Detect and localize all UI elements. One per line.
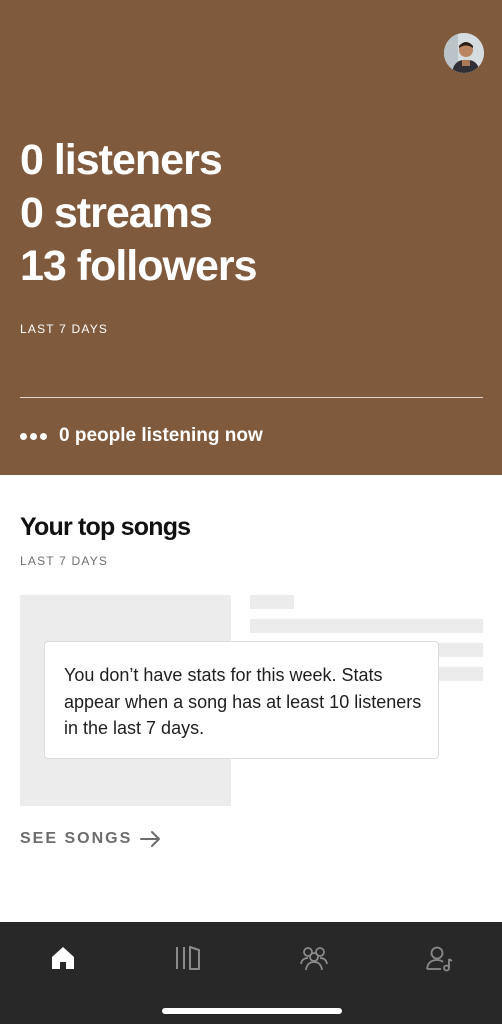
stats-header: 0 listeners 0 streams 13 followers LAST … xyxy=(0,0,502,475)
home-icon xyxy=(52,947,74,969)
top-songs-title: Your top songs xyxy=(20,513,191,541)
stat-summary: 0 listeners 0 streams 13 followers xyxy=(20,134,258,293)
arrow-right-icon xyxy=(140,831,161,847)
nav-home[interactable] xyxy=(43,938,83,978)
no-stats-notice: You don’t have stats for this week. Stat… xyxy=(44,641,439,759)
live-dots-icon xyxy=(20,432,47,440)
stats-period: LAST 7 DAYS xyxy=(20,322,109,336)
see-songs-link[interactable]: SEE SONGS xyxy=(20,830,162,848)
user-avatar-icon xyxy=(444,33,484,73)
library-icon xyxy=(176,946,200,970)
audience-icon xyxy=(300,947,328,971)
listening-now-row[interactable]: 0 people listening now xyxy=(20,425,263,447)
nav-profile[interactable] xyxy=(420,938,460,978)
placeholder-bar xyxy=(250,619,483,633)
top-songs-period: LAST 7 DAYS xyxy=(20,554,109,568)
nav-audience[interactable] xyxy=(294,938,334,978)
profile-icon xyxy=(426,946,453,972)
home-indicator[interactable] xyxy=(162,1008,342,1014)
listeners-stat: 0 listeners xyxy=(20,136,223,184)
streams-stat: 0 streams xyxy=(20,189,213,237)
nav-library[interactable] xyxy=(168,938,208,978)
listening-now-label: 0 people listening now xyxy=(59,425,263,446)
avatar[interactable] xyxy=(444,33,484,73)
see-songs-label: SEE SONGS xyxy=(20,830,133,847)
divider xyxy=(20,397,483,398)
followers-stat: 13 followers xyxy=(20,242,258,290)
placeholder-bar xyxy=(250,595,294,609)
